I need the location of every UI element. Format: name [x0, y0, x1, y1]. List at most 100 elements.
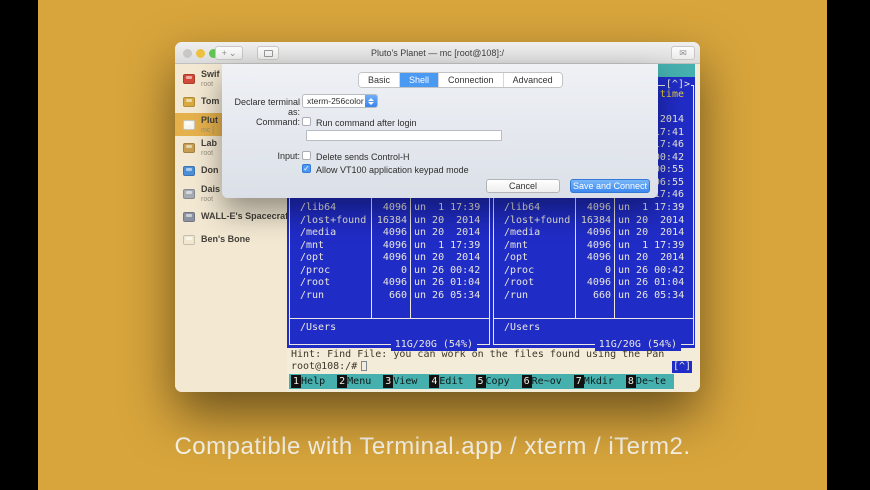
fkey-copy[interactable]: 5 Copy [475, 375, 510, 388]
file-row[interactable]: /lost+found 16384 un 20 2014 [290, 215, 489, 228]
delete-sends-checkbox-label[interactable]: Delete sends Control-H [316, 152, 410, 162]
sidebar-item-label: Ben's Bone [201, 234, 251, 244]
fkey-edit[interactable]: 4 Edit [429, 375, 464, 388]
fkey-label: View [393, 376, 418, 387]
file-mtime: un 1 17:39 [618, 239, 685, 251]
file-name: /media [504, 227, 541, 239]
file-row[interactable]: /run 660 un 26 05:34 [494, 290, 693, 303]
fkey-number: 3 [383, 375, 394, 388]
selected-file-path: /Users [300, 322, 337, 333]
file-row[interactable]: /opt 4096 un 20 2014 [494, 252, 693, 265]
fkey-view[interactable]: 3 View [383, 375, 417, 388]
file-size: 4096 [382, 227, 407, 239]
file-size: 4096 [586, 239, 611, 251]
envelope-icon: ✉ [679, 47, 687, 58]
run-command-checkbox-label[interactable]: Run command after login [316, 118, 417, 128]
add-remove-connection-button[interactable]: + ⌄ [215, 46, 243, 60]
tab-basic[interactable]: Basic [359, 73, 401, 87]
file-mtime: un 20 2014 [618, 227, 685, 239]
minimize-button[interactable] [196, 49, 205, 58]
file-name: /root [300, 277, 331, 289]
file-mtime: un 20 2014 [618, 214, 685, 226]
sidebar-item-text: Don [201, 166, 219, 175]
file-size: 4096 [382, 252, 407, 264]
terminal-type-select[interactable]: xterm-256color [302, 94, 378, 108]
run-command-checkbox[interactable]: ✓ [302, 117, 311, 126]
file-mtime: un 26 05:34 [414, 289, 481, 301]
tab-connection[interactable]: Connection [439, 73, 504, 87]
sidebar-item-label: WALL-E's Spacecraft [201, 211, 292, 221]
fkey-menu[interactable]: 2 Menu [337, 375, 371, 388]
file-row[interactable]: /mnt 4096 un 1 17:39 [494, 240, 693, 253]
sidebar-item-label: Lab [201, 137, 218, 148]
file-name: /mnt [300, 239, 325, 251]
file-row[interactable]: /mnt 4096 un 1 17:39 [290, 240, 489, 253]
file-row[interactable]: /lost+found 16384 un 20 2014 [494, 215, 693, 228]
file-row[interactable]: /lib64 4096 un 1 17:39 [494, 202, 693, 215]
sidebar-item-text: Swif root [201, 69, 220, 88]
command-input[interactable] [306, 130, 502, 141]
save-connect-button[interactable]: Save and Connect [570, 179, 650, 193]
file-mtime: un 1 17:39 [618, 201, 685, 213]
mc-hint-line: Hint: Find File: you can work on the fil… [291, 349, 665, 360]
file-mtime: un 20 2014 [414, 227, 481, 239]
shell-prompt: root@108:/# [291, 361, 358, 372]
file-row[interactable]: /media 4096 un 20 2014 [290, 227, 489, 240]
vt100-keypad-checkbox[interactable]: ✓ [302, 164, 311, 173]
toggle-sidebar-button[interactable] [257, 46, 279, 60]
chevron-down-icon: ⌄ [228, 47, 237, 58]
fkey-de~te[interactable]: 8 De~te [625, 375, 666, 388]
file-size: 4096 [586, 201, 611, 213]
sidebar-item-subtitle: root [201, 195, 214, 203]
sidebar-item[interactable]: WALL-E's Spacecraft [175, 205, 292, 228]
fkey-label: Help [301, 376, 326, 387]
file-row[interactable]: /root 4096 un 26 01:04 [494, 277, 693, 290]
file-row[interactable]: /proc 0 un 26 00:42 [494, 265, 693, 278]
plus-icon: + [221, 48, 227, 58]
file-row[interactable]: /run 660 un 26 05:34 [290, 290, 489, 303]
file-mtime: un 26 01:04 [618, 277, 685, 289]
sidebar-item[interactable]: Ben's Bone [175, 228, 287, 251]
titlebar[interactable]: + ⌄ Pluto's Planet — mc [root@108]:/ ✉ [175, 42, 700, 64]
fkey-label: Edit [439, 376, 464, 387]
file-mtime: un 26 05:34 [618, 289, 685, 301]
connection-icon [183, 73, 195, 84]
file-size: 4096 [586, 277, 611, 289]
file-size: 660 [388, 289, 407, 301]
connection-icon [183, 142, 195, 153]
file-row[interactable]: /lib64 4096 un 1 17:39 [290, 202, 489, 215]
shell-prompt-line[interactable]: root@108:/# [^] [291, 361, 700, 374]
cancel-button[interactable]: Cancel [486, 179, 560, 193]
sidebar-item-text: Ben's Bone [201, 235, 250, 244]
close-button[interactable] [183, 49, 192, 58]
file-mtime: un 1 17:39 [414, 201, 481, 213]
vt100-keypad-checkbox-label[interactable]: Allow VT100 application keypad mode [316, 165, 469, 175]
file-name: /run [300, 289, 325, 301]
fkey-mkdir[interactable]: 7 Mkdir [573, 375, 614, 388]
file-row[interactable]: /root 4096 un 26 01:04 [290, 277, 489, 290]
terminal-cursor [361, 361, 368, 371]
fkey-number: 7 [573, 375, 584, 388]
file-name: /lost+found [504, 214, 571, 226]
file-name: /run [504, 289, 529, 301]
fkey-label: Re~ov [531, 376, 562, 387]
delete-sends-checkbox[interactable]: ✓ [302, 151, 311, 160]
fkey-help[interactable]: 1 Help [291, 375, 325, 388]
connection-icon [183, 165, 195, 176]
sidebar-item-subtitle: root [201, 80, 214, 88]
fkey-label: Mkdir [583, 376, 614, 387]
sidebar-item-text: Dais root [201, 184, 220, 203]
tab-shell[interactable]: Shell [400, 73, 440, 87]
fkey-re~ov[interactable]: 6 Re~ov [521, 375, 562, 388]
file-mtime: un 26 01:04 [414, 277, 481, 289]
file-row[interactable]: /opt 4096 un 20 2014 [290, 252, 489, 265]
fkey-number: 6 [521, 375, 532, 388]
fkey-number: 5 [475, 375, 486, 388]
file-name: /lib64 [504, 201, 541, 213]
scroll-up-button[interactable]: [^] [671, 361, 692, 373]
file-row[interactable]: /media 4096 un 20 2014 [494, 227, 693, 240]
feedback-button[interactable]: ✉ [671, 46, 695, 60]
file-mtime: un 20 2014 [414, 252, 481, 264]
tab-advanced[interactable]: Advanced [503, 73, 562, 87]
file-row[interactable]: /proc 0 un 26 00:42 [290, 265, 489, 278]
